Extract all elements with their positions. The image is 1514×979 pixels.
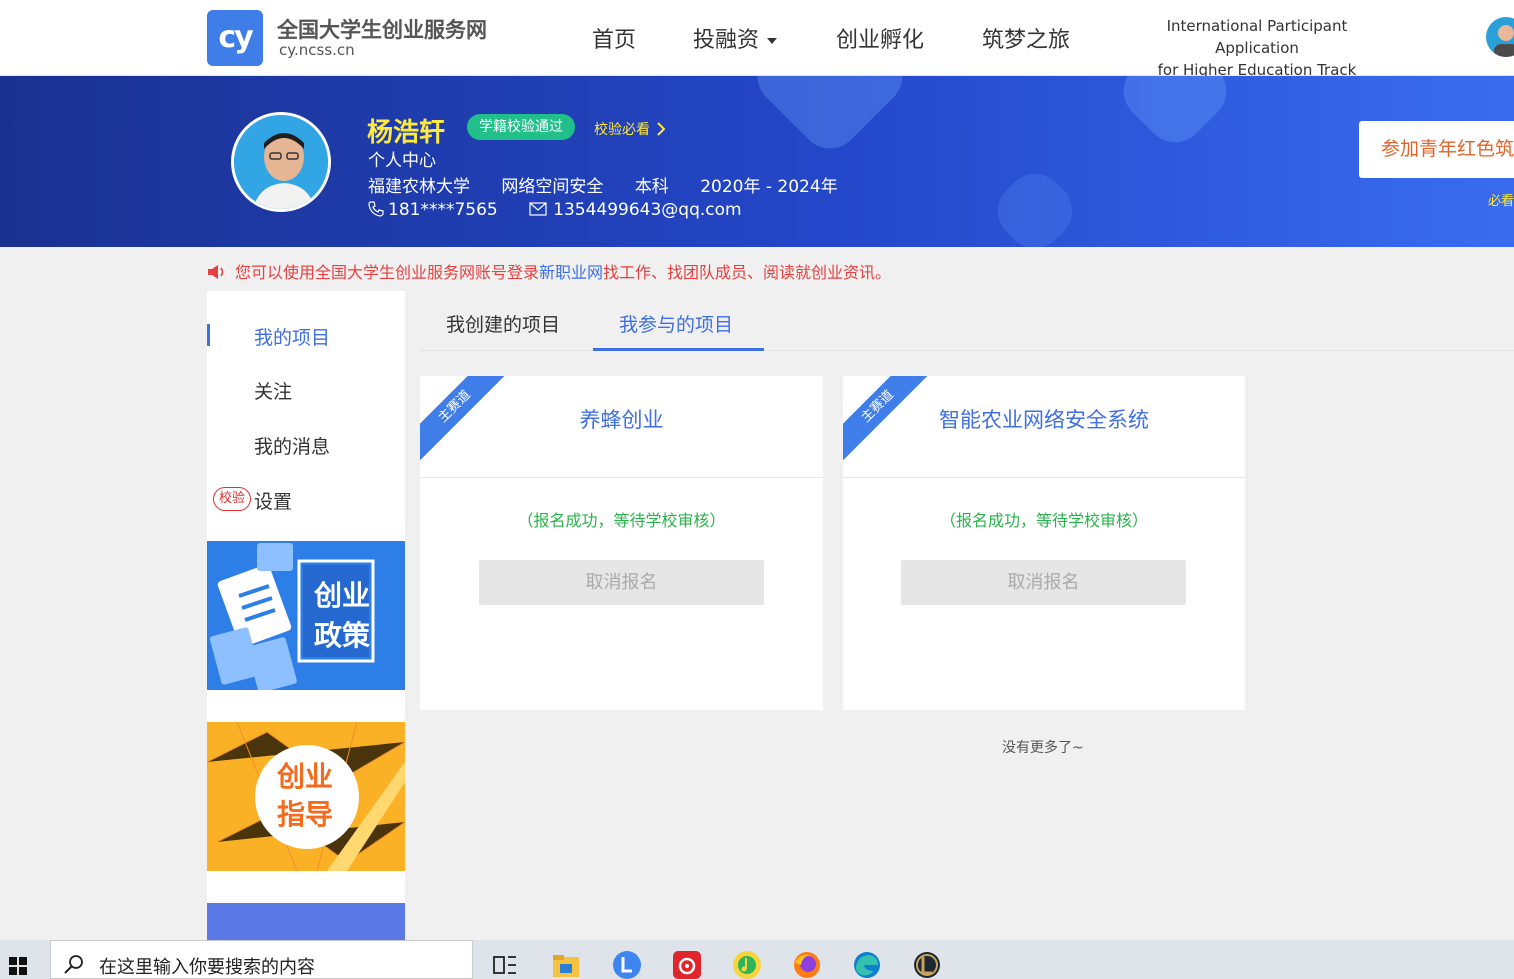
profile-banner: 杨浩轩 学籍校验通过 校验必看 个人中心 福建农林大学 网络空间安全 本科 20… bbox=[0, 76, 1514, 247]
chevron-right-icon bbox=[654, 122, 666, 138]
phone-number: 181****7565 bbox=[388, 200, 498, 220]
sidebar-item-settings[interactable]: 设置 bbox=[254, 487, 292, 514]
edge-icon[interactable] bbox=[852, 949, 882, 979]
user-avatar[interactable] bbox=[1486, 17, 1514, 57]
project-card[interactable]: 主赛道 智能农业网络安全系统 （报名成功，等待学校审核） 取消报名 bbox=[843, 376, 1245, 710]
tab-created-projects[interactable]: 我创建的项目 bbox=[446, 310, 560, 337]
sidebar: 我的项目 关注 我的消息 校验 设置 创业 政策 创业 指导 bbox=[207, 291, 405, 940]
notice-prefix: 您可以使用全国大学生创业服务网账号登录 bbox=[235, 263, 540, 282]
nav-investment[interactable]: 投融资 bbox=[693, 22, 778, 54]
l-app-icon[interactable] bbox=[612, 949, 642, 979]
document-illustration-icon bbox=[207, 541, 405, 690]
notice-suffix: 找工作、找团队成员、阅读就创业资讯。 bbox=[603, 263, 892, 282]
sidebar-item-my-projects[interactable]: 我的项目 bbox=[254, 323, 330, 350]
phone-icon bbox=[368, 201, 384, 217]
card-divider bbox=[843, 477, 1245, 478]
application-status: （报名成功，等待学校审核） bbox=[939, 511, 1148, 530]
qq-music-icon[interactable] bbox=[732, 949, 762, 979]
decor-shape bbox=[1111, 76, 1239, 155]
search-icon bbox=[64, 955, 83, 974]
must-see-link[interactable]: 必看 bbox=[1488, 190, 1514, 209]
contact-info: 181****7565 1354499643@qq.com bbox=[368, 200, 768, 220]
task-view-icon[interactable] bbox=[490, 949, 520, 979]
verify-guide-link[interactable]: 校验必看 bbox=[594, 119, 666, 139]
project-card[interactable]: 主赛道 养蜂创业 （报名成功，等待学校审核） 取消报名 bbox=[420, 376, 823, 710]
nav-home[interactable]: 首页 bbox=[592, 22, 636, 54]
application-status: （报名成功，等待学校审核） bbox=[517, 511, 726, 530]
verified-badge: 学籍校验通过 bbox=[467, 114, 575, 140]
sidebar-item-messages[interactable]: 我的消息 bbox=[254, 432, 330, 459]
tab-joined-projects[interactable]: 我参与的项目 bbox=[619, 310, 733, 337]
cancel-registration-button[interactable]: 取消报名 bbox=[901, 560, 1186, 605]
university: 福建农林大学 bbox=[368, 177, 470, 197]
nav-dream-journey[interactable]: 筑梦之旅 bbox=[982, 22, 1070, 54]
project-title[interactable]: 智能农业网络安全系统 bbox=[843, 404, 1245, 434]
major: 网络空间安全 bbox=[501, 177, 604, 197]
profile-avatar bbox=[231, 112, 331, 212]
personal-center-label: 个人中心 bbox=[368, 151, 436, 171]
promo2-line1: 创业 bbox=[277, 760, 334, 793]
windows-start-icon[interactable] bbox=[9, 957, 27, 975]
site-name[interactable]: 全国大学生创业服务网 bbox=[277, 14, 487, 44]
degree: 本科 bbox=[634, 177, 669, 197]
windows-taskbar: 在这里输入你要搜索的内容 bbox=[0, 940, 1514, 979]
promo1-line1: 创业 bbox=[314, 579, 371, 612]
decor-shape bbox=[745, 76, 915, 161]
international-application-link[interactable]: International Participant Application fo… bbox=[1126, 15, 1388, 81]
join-youth-red-button[interactable]: 参加青年红色筑 bbox=[1359, 121, 1514, 178]
speaker-icon bbox=[208, 265, 224, 279]
verify-guide-label: 校验必看 bbox=[594, 122, 650, 138]
decor-shape bbox=[985, 161, 1085, 247]
sidebar-item-follow[interactable]: 关注 bbox=[254, 377, 292, 404]
promo-startup-policy[interactable]: 创业 政策 bbox=[207, 541, 405, 690]
card-divider bbox=[420, 477, 823, 478]
active-indicator bbox=[207, 324, 210, 346]
mail-icon bbox=[529, 202, 547, 216]
chevron-down-icon bbox=[767, 38, 778, 44]
promo2-line2: 指导 bbox=[277, 798, 334, 831]
firefox-icon[interactable] bbox=[792, 949, 822, 979]
promo-banner-3[interactable] bbox=[207, 903, 405, 940]
no-more-text: 没有更多了~ bbox=[1002, 740, 1084, 756]
file-explorer-icon[interactable] bbox=[551, 949, 581, 979]
login-notice: 您可以使用全国大学生创业服务网账号登录新职业网找工作、找团队成员、阅读就创业资讯… bbox=[207, 259, 891, 283]
cancel-registration-button[interactable]: 取消报名 bbox=[479, 560, 764, 605]
promo-startup-guidance[interactable]: 创业 指导 bbox=[207, 722, 405, 871]
nav-incubation[interactable]: 创业孵化 bbox=[836, 22, 924, 54]
top-navigation: cy 全国大学生创业服务网 cy.ncss.cn 首页 投融资 创业孵化 筑梦之… bbox=[0, 0, 1514, 79]
promo2-text: 创业 指导 bbox=[277, 758, 333, 834]
active-tab-indicator bbox=[593, 348, 764, 351]
verify-badge: 校验 bbox=[213, 487, 251, 511]
taskbar-search-input[interactable]: 在这里输入你要搜索的内容 bbox=[50, 940, 473, 979]
profile-name: 杨浩轩 bbox=[367, 118, 446, 148]
league-of-legends-icon[interactable] bbox=[912, 949, 942, 979]
nav-investment-label: 投融资 bbox=[693, 28, 760, 53]
education-info: 福建农林大学 网络空间安全 本科 2020年 - 2024年 bbox=[368, 172, 864, 197]
study-years: 2020年 - 2024年 bbox=[700, 177, 838, 197]
email-address: 1354499643@qq.com bbox=[553, 200, 742, 220]
site-logo-icon[interactable]: cy bbox=[207, 10, 263, 66]
project-title[interactable]: 养蜂创业 bbox=[420, 404, 823, 434]
promo1-line2: 政策 bbox=[314, 619, 371, 652]
search-placeholder: 在这里输入你要搜索的内容 bbox=[99, 957, 315, 978]
site-domain: cy.ncss.cn bbox=[279, 41, 355, 59]
netease-music-icon[interactable] bbox=[672, 949, 702, 979]
promo1-text: 创业 政策 bbox=[314, 576, 370, 656]
intl-line-1: International Participant Application bbox=[1166, 17, 1348, 57]
new-career-link[interactable]: 新职业网 bbox=[539, 263, 603, 282]
tabs-divider bbox=[420, 350, 1514, 351]
